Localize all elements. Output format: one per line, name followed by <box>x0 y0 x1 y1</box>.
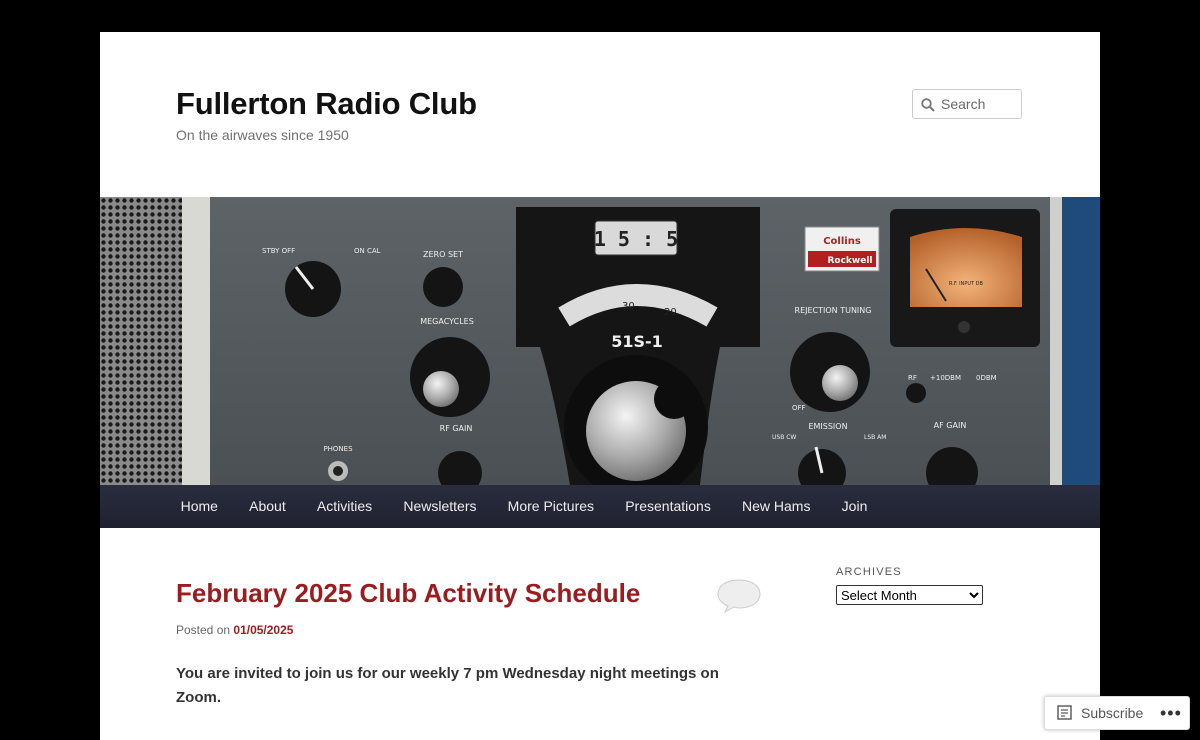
nav-item-activities[interactable]: Activities <box>301 485 387 528</box>
main-nav: Home About Activities Newsletters More P… <box>100 485 1100 528</box>
meter-label: R.F. INPUT DB <box>949 281 984 287</box>
search-icon <box>921 98 935 112</box>
stby-off-label: STBY OFF <box>262 247 295 255</box>
nav-item-about[interactable]: About <box>234 485 302 528</box>
brand-collins: Collins <box>823 236 861 247</box>
odbm-label: 0DBM <box>976 374 997 382</box>
header-image[interactable]: 1 5 : 5 30 20 51S-1 STBY OFF ON CAL ZERO… <box>100 197 1100 485</box>
site-title[interactable]: Fullerton Radio Club <box>176 86 477 122</box>
nav-item-more-pictures[interactable]: More Pictures <box>492 485 610 528</box>
subscribe-bar: Subscribe ••• <box>1044 696 1190 730</box>
page-container: Fullerton Radio Club On the airwaves sin… <box>100 32 1100 740</box>
plus10dbm-label: +10DBM <box>930 374 961 382</box>
phones-label: PHONES <box>323 445 353 453</box>
megacycles-label: MEGACYCLES <box>420 317 474 326</box>
nav-item-home[interactable]: Home <box>165 485 234 528</box>
post-date-link[interactable]: 01/05/2025 <box>233 623 293 637</box>
zero-set-label: ZERO SET <box>423 250 463 259</box>
comment-bubble-icon[interactable] <box>716 578 762 614</box>
reader-icon <box>1057 705 1072 720</box>
posted-on-label: Posted on <box>176 623 231 637</box>
nav-menu: Home About Activities Newsletters More P… <box>100 485 1100 528</box>
nav-item-join[interactable]: Join <box>826 485 883 528</box>
post-body: You are invited to join us for our weekl… <box>176 665 719 706</box>
nav-item-presentations[interactable]: Presentations <box>610 485 727 528</box>
dial-label-20: 20 <box>664 307 677 318</box>
post-title[interactable]: February 2025 Club Activity Schedule <box>176 578 640 609</box>
model-label: 51S-1 <box>611 332 663 351</box>
off-label: OFF <box>792 404 806 412</box>
on-cal-label: ON CAL <box>354 247 381 255</box>
lsb-am-label: LSB AM <box>864 434 886 441</box>
subscribe-label: Subscribe <box>1081 705 1144 721</box>
rejection-tuning-label: REJECTION TUNING <box>795 306 872 315</box>
archives-dropdown[interactable]: Select Month <box>836 585 983 605</box>
nav-item-new-hams[interactable]: New Hams <box>726 485 826 528</box>
archives-title: ARCHIVES <box>836 566 902 578</box>
brand-rockwell: Rockwell <box>827 256 872 266</box>
rf-small-label: RF <box>908 374 917 382</box>
post-meta: Posted on 01/05/2025 <box>176 623 293 637</box>
af-gain-label: AF GAIN <box>934 421 967 430</box>
subscribe-button[interactable]: Subscribe <box>1057 697 1143 729</box>
site-description: On the airwaves since 1950 <box>176 127 349 143</box>
search-input[interactable] <box>941 95 1017 113</box>
rf-gain-label: RF GAIN <box>440 424 473 433</box>
search-box[interactable] <box>912 89 1022 119</box>
more-options-icon[interactable]: ••• <box>1160 703 1182 724</box>
nav-item-newsletters[interactable]: Newsletters <box>388 485 492 528</box>
dial-label-30: 30 <box>622 301 635 312</box>
emission-label: EMISSION <box>808 422 847 431</box>
usb-cw-label: USB CW <box>772 434 796 441</box>
svg-text:1 5 : 5: 1 5 : 5 <box>594 227 678 251</box>
